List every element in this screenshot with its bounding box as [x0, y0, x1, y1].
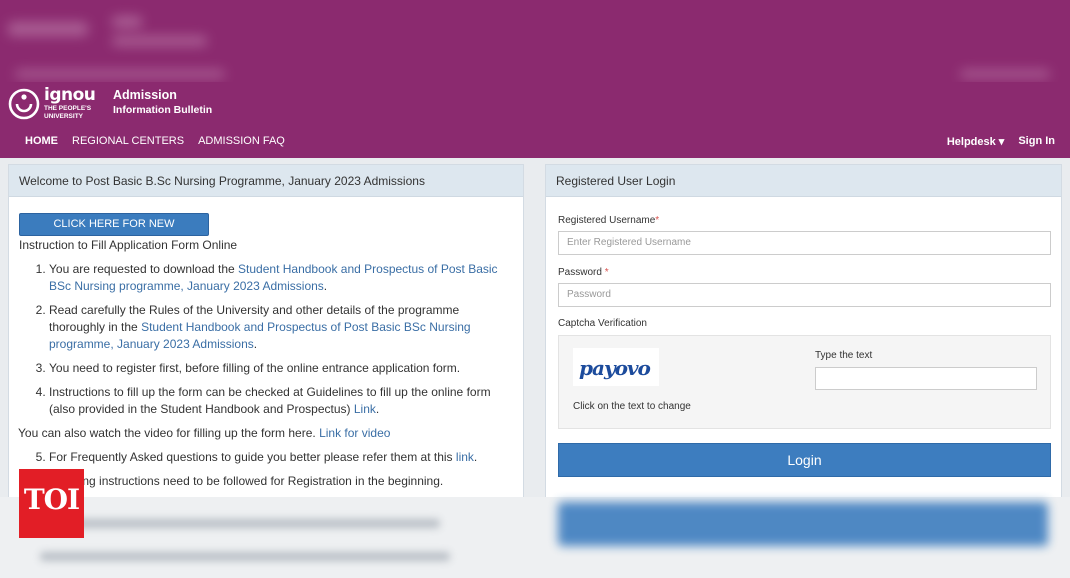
captcha-type-label: Type the text [815, 350, 873, 361]
password-input[interactable]: Password [558, 283, 1051, 307]
username-input[interactable]: Enter Registered Username [558, 231, 1051, 255]
login-panel: Registered User Login Registered Usernam… [545, 164, 1062, 504]
required-marker: * [655, 215, 660, 226]
instructions-body: You are requested to download the Studen… [18, 261, 514, 497]
video-link[interactable]: Link for video [319, 426, 390, 440]
admission-panel-title: Welcome to Post Basic B.Sc Nursing Progr… [9, 165, 523, 197]
sign-in-link[interactable]: Sign In [1018, 135, 1055, 148]
logo-wordmark: ignou [44, 85, 96, 105]
blurred-button [558, 502, 1048, 546]
nav-admission-faq[interactable]: ADMISSION FAQ [198, 135, 285, 147]
list-item: Read carefully the Rules of the Universi… [49, 302, 514, 353]
captcha-input[interactable] [815, 367, 1037, 390]
captcha-image[interactable]: payovo [573, 348, 659, 386]
faq-link[interactable]: link [456, 450, 474, 464]
list-item: ...llowing instructions need to be follo… [49, 473, 514, 490]
nav-regional-centers[interactable]: REGIONAL CENTERS [72, 135, 184, 147]
list-item: Instructions to fill up the form can be … [49, 384, 514, 418]
captcha-hint: Click on the text to change [573, 401, 691, 412]
list-item: For Frequently Asked questions to guide … [49, 449, 514, 466]
admission-panel: Welcome to Post Basic B.Sc Nursing Progr… [8, 164, 524, 504]
required-marker: * [604, 267, 609, 278]
nav-home[interactable]: HOME [25, 135, 58, 147]
list-item: You need to register first, before filli… [49, 360, 514, 377]
instructions-title: Instruction to Fill Application Form Onl… [19, 238, 238, 252]
brand-subtitle: Information Bulletin [113, 104, 213, 116]
instructions-list-2: For Frequently Asked questions to guide … [19, 449, 514, 490]
video-line: You can also watch the video for filling… [18, 426, 391, 440]
captcha-text: payovo [579, 356, 651, 380]
brand-title: Admission [113, 88, 177, 102]
login-panel-title: Registered User Login [546, 165, 1061, 197]
site-header: ignou THE PEOPLE'S UNIVERSITY Admission … [0, 82, 1070, 158]
ignou-swirl-icon [8, 88, 40, 120]
username-label: Registered Username* [558, 215, 660, 226]
toi-watermark: TOI [19, 469, 84, 538]
new-registration-button[interactable]: CLICK HERE FOR NEW REGISTRATION [19, 213, 209, 251]
instructions-list: You are requested to download the Studen… [19, 261, 514, 418]
user-nav: Helpdesk ▾ Sign In [947, 135, 1055, 148]
logo-tagline: THE PEOPLE'S UNIVERSITY [44, 105, 92, 120]
captcha-box: payovo Click on the text to change Type … [558, 335, 1051, 429]
helpdesk-dropdown[interactable]: Helpdesk ▾ [947, 135, 1005, 148]
main-nav: HOME REGIONAL CENTERS ADMISSION FAQ [25, 135, 285, 147]
guidelines-link[interactable]: Link [354, 402, 376, 416]
toi-watermark-text: TOI [23, 483, 80, 516]
captcha-label: Captcha Verification [558, 318, 647, 329]
login-button[interactable]: Login [558, 443, 1051, 477]
password-label: Password * [558, 267, 609, 278]
ignou-logo[interactable]: ignou THE PEOPLE'S UNIVERSITY [8, 85, 98, 122]
list-item: You are requested to download the Studen… [49, 261, 514, 295]
blurred-top-banner [0, 0, 1070, 82]
